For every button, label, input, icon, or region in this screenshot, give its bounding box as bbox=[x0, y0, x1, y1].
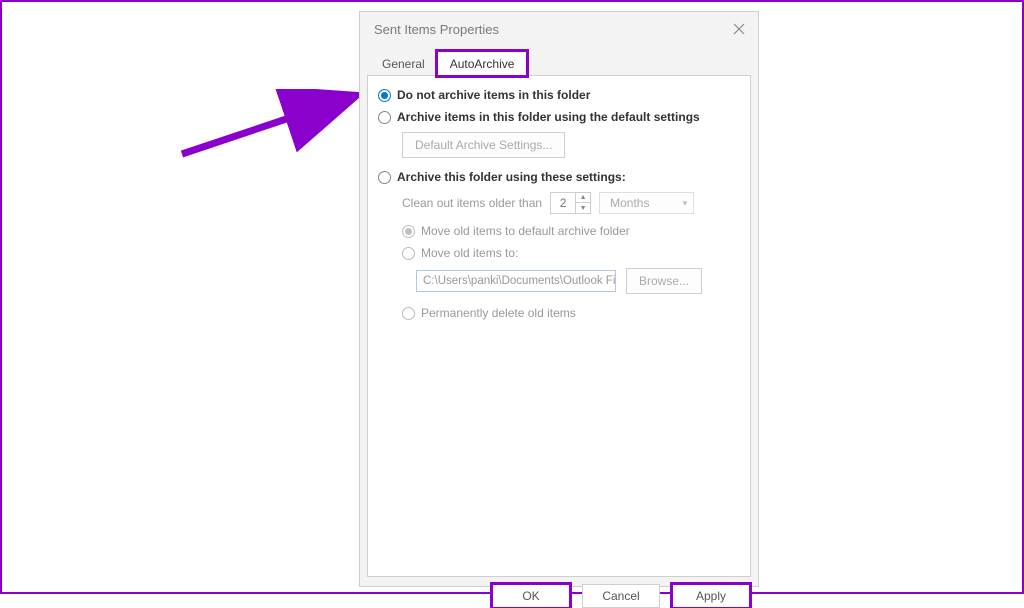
apply-button[interactable]: Apply bbox=[672, 584, 750, 608]
dialog-buttons: OK Cancel Apply bbox=[368, 584, 750, 608]
option-label: Move old items to: bbox=[421, 246, 518, 260]
tab-general[interactable]: General bbox=[370, 52, 437, 76]
option-move-default: Move old items to default archive folder bbox=[402, 224, 740, 238]
spinner-down-icon: ▼ bbox=[576, 203, 590, 213]
option-permanently-delete: Permanently delete old items bbox=[402, 306, 740, 320]
option-archive-custom[interactable]: Archive this folder using these settings… bbox=[378, 170, 740, 184]
chevron-down-icon: ▾ bbox=[683, 198, 688, 209]
clean-out-label: Clean out items older than bbox=[402, 196, 542, 210]
tab-bar: General AutoArchive bbox=[360, 48, 758, 76]
tab-autoarchive[interactable]: AutoArchive bbox=[437, 51, 528, 76]
tab-panel: Do not archive items in this folder Arch… bbox=[367, 75, 751, 577]
spinner-arrows[interactable]: ▲ ▼ bbox=[576, 192, 591, 214]
option-move-to: Move old items to: bbox=[402, 246, 740, 260]
browse-button[interactable]: Browse... bbox=[626, 268, 702, 294]
spinner-up-icon: ▲ bbox=[576, 193, 590, 203]
option-label: Archive items in this folder using the d… bbox=[397, 110, 700, 124]
option-do-not-archive[interactable]: Do not archive items in this folder bbox=[378, 88, 740, 102]
option-label: Permanently delete old items bbox=[421, 306, 576, 320]
titlebar: Sent Items Properties bbox=[360, 12, 758, 48]
annotation-arrow bbox=[177, 89, 377, 169]
close-icon bbox=[733, 23, 745, 35]
option-label: Archive this folder using these settings… bbox=[397, 170, 626, 184]
close-button[interactable] bbox=[730, 20, 748, 38]
ok-button[interactable]: OK bbox=[492, 584, 570, 608]
archive-path-input[interactable]: C:\Users\panki\Documents\Outlook Files\ bbox=[416, 270, 616, 292]
radio-icon bbox=[402, 225, 415, 238]
radio-icon bbox=[378, 111, 391, 124]
option-archive-default[interactable]: Archive items in this folder using the d… bbox=[378, 110, 740, 124]
clean-out-unit-dropdown[interactable]: Months ▾ bbox=[599, 192, 694, 214]
option-label: Move old items to default archive folder bbox=[421, 224, 630, 238]
clean-out-value[interactable] bbox=[550, 192, 576, 214]
properties-dialog: Sent Items Properties General AutoArchiv… bbox=[359, 11, 759, 587]
radio-icon bbox=[402, 307, 415, 320]
cancel-button[interactable]: Cancel bbox=[582, 584, 660, 608]
clean-out-spinner[interactable]: ▲ ▼ bbox=[550, 192, 591, 214]
option-label: Do not archive items in this folder bbox=[397, 88, 590, 102]
radio-icon bbox=[378, 89, 391, 102]
dialog-title: Sent Items Properties bbox=[374, 22, 499, 37]
radio-icon bbox=[378, 171, 391, 184]
radio-icon bbox=[402, 247, 415, 260]
default-archive-settings-button[interactable]: Default Archive Settings... bbox=[402, 132, 565, 158]
dropdown-value: Months bbox=[610, 196, 649, 210]
